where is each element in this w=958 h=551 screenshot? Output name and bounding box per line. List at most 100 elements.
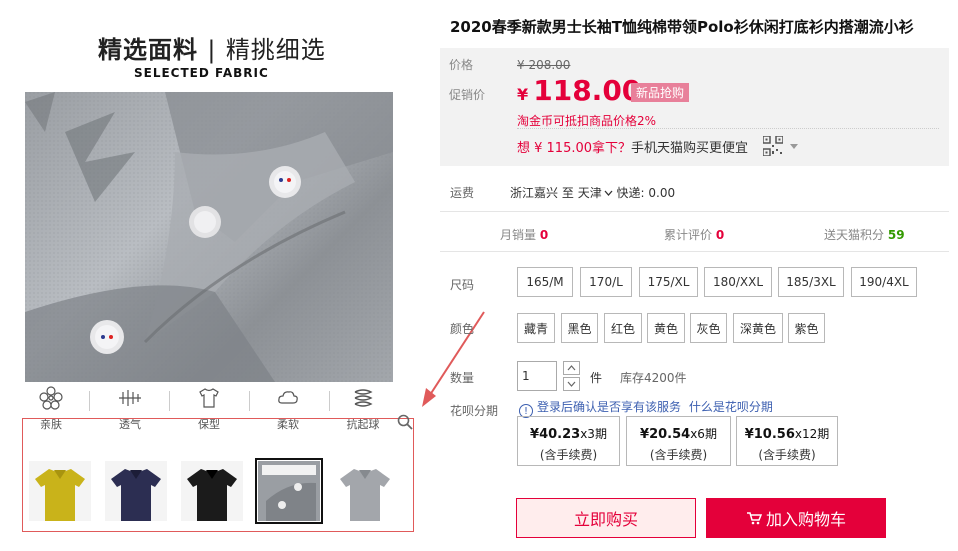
current-price-value: 118.00 [533,74,642,107]
thumbnail-black[interactable] [181,461,243,521]
reviews-label: 累计评价 [664,228,713,242]
color-option[interactable]: 黄色 [647,313,685,343]
size-option[interactable]: 175/XL [639,267,698,297]
plan-fee: (含手续费) [649,448,708,462]
installment-plan-12[interactable]: ¥10.56x12期 (含手续费) [736,416,838,466]
banner-divider: | [207,36,217,64]
size-option[interactable]: 180/XXL [704,267,772,297]
price-divider [517,128,939,129]
quantity-decrement-button[interactable] [563,377,580,391]
currency-symbol: ¥ [517,85,529,104]
cumulative-reviews[interactable]: 累计评价 0 [664,226,724,243]
installment-notice: ! 登录后确认是否享有该服务 什么是花呗分期 [519,398,773,418]
quantity-increment-button[interactable] [563,361,580,375]
product-gallery: 精选面料 | 精挑细选 SELECTED FABRIC 亲肤 透气 保型 柔软 … [0,0,430,551]
installment-plan-3[interactable]: ¥40.23x3期 (含手续费) [517,416,620,466]
feature-divider [89,391,90,411]
installment-label: 花呗分期 [450,404,499,418]
plan-amount: ¥40.23 [530,427,581,442]
size-option[interactable]: 185/3XL [778,267,844,297]
thumbnail-strip [22,418,414,532]
monthly-sales: 月销量 0 [500,226,548,243]
promo-price-label: 促销价 [449,88,486,102]
size-option[interactable]: 165/M [517,267,573,297]
quantity-label: 数量 [450,371,475,385]
chevron-up-icon [567,365,576,371]
product-title: 2020春季新款男士长袖T恤纯棉带领Polo衫休闲打底衫内搭潮流小衫 [450,18,914,36]
main-product-image[interactable] [25,92,393,382]
banner-title-bold: 精选面料 [98,36,198,64]
shirt-icon [199,388,219,408]
express-fee: 快递: 0.00 [616,186,676,200]
quantity-input[interactable]: 1 [517,361,557,391]
mobile-tmall-offer[interactable]: 想 ¥ 115.00拿下？手机天猫购买更便宜 [517,137,748,156]
cart-icon [746,512,762,525]
button-2 [189,206,221,238]
fabric-banner-subtitle: SELECTED FABRIC [134,66,269,80]
chevron-down-icon [567,381,576,387]
size-label: 尺码 [450,278,475,292]
add-to-cart-label: 加入购物车 [765,510,846,529]
price-panel: 价格 ¥ 208.00 促销价 ¥ 118.00 新品抢购 淘金币可抵扣商品价格… [440,48,949,166]
points-label: 送天猫积分 [824,228,885,242]
color-option[interactable]: 红色 [604,313,642,343]
spring-icon [354,389,373,407]
stock-count: 库存4200件 [620,371,687,385]
color-option[interactable]: 藏青 [517,313,555,343]
chevron-down-icon[interactable] [790,144,798,149]
mobile-offer-price: 想 ¥ 115.00拿下？ [517,141,632,156]
plan-amount: ¥20.54 [640,427,691,442]
chevron-down-icon [604,190,613,196]
divider [440,211,949,212]
thumbnail-navy[interactable] [105,461,167,521]
color-option[interactable]: 紫色 [788,313,825,343]
grass-icon [119,390,141,406]
quantity-unit: 件 [590,371,603,385]
current-price: ¥ 118.00 [517,74,641,107]
size-option[interactable]: 170/L [580,267,632,297]
points-value: 59 [887,228,905,242]
feature-divider [329,391,330,411]
banner-title-light: 精挑细选 [225,36,326,64]
size-option[interactable]: 190/4XL [851,267,917,297]
ship-destination-select[interactable]: 天津 [578,186,613,200]
shipping-info: 浙江嘉兴 至 天津 快递: 0.00 [510,184,675,201]
cloud-icon [278,391,298,404]
plan-fee: (含手续费) [758,448,816,462]
thumbnail-fabric-selected[interactable] [255,458,323,524]
monthly-sales-label: 月销量 [500,228,537,242]
monthly-sales-value: 0 [539,228,549,242]
plan-periods: x12期 [794,427,830,441]
ship-from: 浙江嘉兴 [510,186,559,200]
button-1 [269,166,301,198]
plan-periods: x6期 [690,427,717,441]
shipping-label: 运费 [450,186,475,200]
tmall-points: 送天猫积分 59 [824,226,905,243]
original-price: ¥ 208.00 [517,58,571,72]
feature-divider [169,391,170,411]
magnifier-icon[interactable] [397,414,413,430]
divider [440,251,949,252]
mobile-offer-text: 手机天猫购买更便宜 [631,141,749,156]
collar-closeup-illustration [25,92,393,382]
color-option[interactable]: 灰色 [690,313,727,343]
buy-now-button[interactable]: 立即购买 [516,498,696,538]
plan-periods: x3期 [580,427,607,441]
installment-notice-text: 登录后确认是否享有该服务 [537,400,682,414]
color-option[interactable]: 深黄色 [733,313,783,343]
promo-badge: 新品抢购 [631,83,690,102]
plan-amount: ¥10.56 [744,427,795,442]
coin-discount-note: 淘金币可抵扣商品价格2% [517,114,657,128]
qr-code-icon[interactable] [763,136,783,156]
button-3 [90,320,124,354]
color-option[interactable]: 黑色 [561,313,598,343]
thumbnail-grey[interactable] [334,461,396,521]
installment-help-link[interactable]: 什么是花呗分期 [689,400,773,414]
original-price-label: 价格 [449,58,474,72]
ship-destination: 天津 [577,186,602,200]
reviews-value: 0 [715,228,725,242]
add-to-cart-button[interactable]: 加入购物车 [706,498,886,538]
feature-divider [249,391,250,411]
thumbnail-yellow[interactable] [29,461,91,521]
installment-plan-6[interactable]: ¥20.54x6期 (含手续费) [626,416,731,466]
